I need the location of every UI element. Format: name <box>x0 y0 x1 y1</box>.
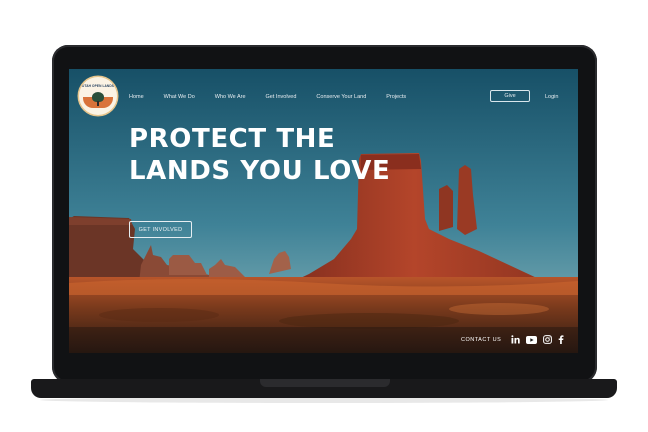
linkedin-icon[interactable] <box>511 335 520 344</box>
nav-item-projects[interactable]: Projects <box>386 94 406 100</box>
hero-background-image <box>69 69 578 353</box>
nav-item-conserve-your-land[interactable]: Conserve Your Land <box>316 94 366 100</box>
laptop-hinge-notch <box>260 379 390 387</box>
logo-wordmark: UTAH OPEN LANDS <box>82 84 114 88</box>
footer-social-bar: CONTACT US <box>461 335 564 344</box>
nav-item-home[interactable]: Home <box>129 94 144 100</box>
site-logo[interactable]: UTAH OPEN LANDS <box>79 77 117 115</box>
get-involved-button[interactable]: GET INVOLVED <box>129 221 192 238</box>
nav-item-get-involved[interactable]: Get Involved <box>266 94 297 100</box>
contact-us-link[interactable]: CONTACT US <box>461 337 501 343</box>
website-screen: UTAH OPEN LANDS Home What We Do Who We A… <box>69 69 578 353</box>
login-link[interactable]: Login <box>545 94 558 100</box>
logo-tree-trunk <box>97 101 99 106</box>
instagram-icon[interactable] <box>543 335 553 344</box>
nav-item-who-we-are[interactable]: Who We Are <box>215 94 246 100</box>
give-button[interactable]: Give <box>490 90 530 102</box>
facebook-icon[interactable] <box>558 335 564 344</box>
main-navigation: Home What We Do Who We Are Get Involved … <box>129 94 426 100</box>
youtube-icon[interactable] <box>526 335 538 344</box>
nav-item-what-we-do[interactable]: What We Do <box>164 94 195 100</box>
hero-title: PROTECT THE LANDS YOU LOVE <box>129 124 391 186</box>
